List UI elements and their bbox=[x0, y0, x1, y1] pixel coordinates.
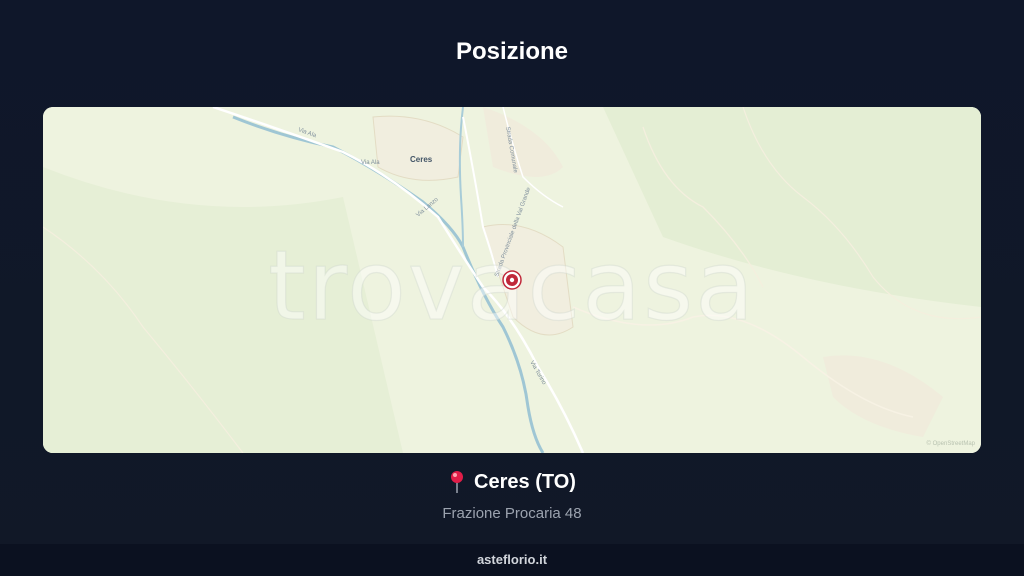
footer-site[interactable]: asteflorio.it bbox=[477, 552, 547, 567]
footer: asteflorio.it bbox=[0, 544, 1024, 576]
location-address: Frazione Procaria 48 bbox=[442, 505, 582, 522]
location-place: Ceres (TO) bbox=[448, 470, 576, 494]
location-name: Ceres (TO) bbox=[474, 470, 576, 493]
map[interactable]: Ceres Via Ala Via Ala Via Lanzo Strada P… bbox=[43, 107, 981, 453]
map-canvas[interactable]: Ceres Via Ala Via Ala Via Lanzo Strada P… bbox=[43, 107, 981, 453]
location-caption: Ceres (TO) Frazione Procaria 48 bbox=[0, 470, 1024, 523]
pushpin-icon bbox=[448, 470, 466, 494]
map-attribution[interactable]: © OpenStreetMap bbox=[927, 440, 976, 447]
map-marker-icon[interactable] bbox=[502, 270, 522, 290]
road-label: Via Ala bbox=[361, 160, 380, 166]
town-label: Ceres bbox=[410, 155, 433, 164]
page-title: Posizione bbox=[455, 38, 569, 65]
